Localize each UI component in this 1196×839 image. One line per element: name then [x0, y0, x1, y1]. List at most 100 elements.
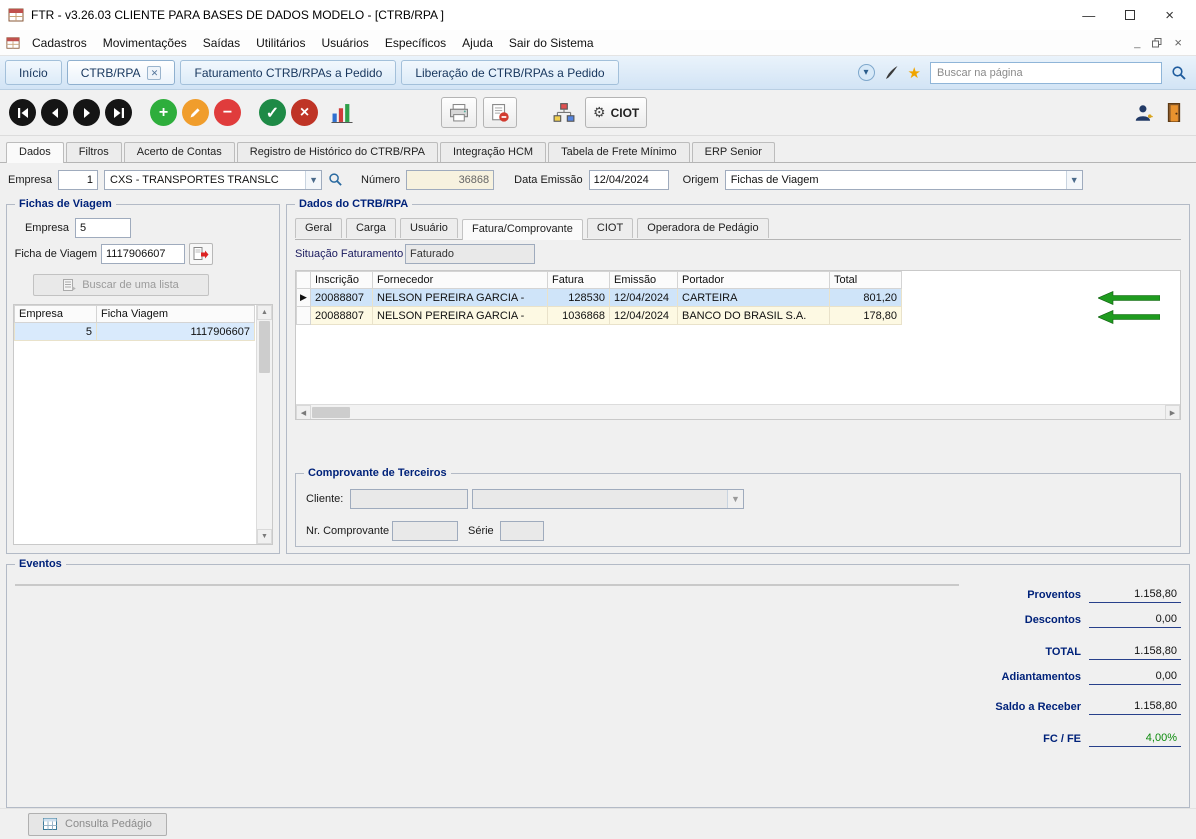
tab-registro-historico[interactable]: Registro de Histórico do CTRB/RPA: [237, 142, 438, 162]
cell[interactable]: 801,20: [830, 289, 902, 307]
column-header[interactable]: Data Pagto: [441, 586, 527, 587]
cell[interactable]: CARTEIRA: [678, 289, 830, 307]
menu-item-ajuda[interactable]: Ajuda: [454, 32, 501, 54]
menu-item-cadastros[interactable]: Cadastros: [24, 32, 95, 54]
column-header[interactable]: Inscrição: [311, 272, 373, 289]
column-header[interactable]: Tipo: [279, 586, 369, 587]
tab-inicio[interactable]: Início: [5, 60, 62, 85]
minimize-button[interactable]: —: [1082, 8, 1095, 23]
cell[interactable]: 128530: [548, 289, 610, 307]
tab-liberacao[interactable]: Liberação de CTRB/RPAs a Pedido: [401, 60, 618, 85]
hierarchy-icon[interactable]: [553, 103, 575, 123]
first-record-button[interactable]: [9, 99, 36, 126]
menu-item-saidas[interactable]: Saídas: [195, 32, 248, 54]
tab-list-icon[interactable]: ▾: [858, 64, 875, 81]
tab-carga[interactable]: Carga: [346, 218, 396, 238]
empresa-search-icon[interactable]: [328, 172, 343, 187]
maximize-button[interactable]: [1125, 10, 1135, 20]
column-header[interactable]: Data Receb.: [527, 586, 613, 587]
report-cancel-icon[interactable]: [483, 97, 517, 128]
column-header[interactable]: Emissão: [610, 272, 678, 289]
tab-ciot[interactable]: CIOT: [587, 218, 633, 238]
fichas-empresa-field[interactable]: [75, 218, 131, 238]
delete-record-button[interactable]: −: [214, 99, 241, 126]
favorites-star-icon[interactable]: ★: [908, 64, 921, 82]
buscar-de-uma-lista-button[interactable]: Buscar de uma lista: [33, 274, 209, 296]
tab-faturamento[interactable]: Faturamento CTRB/RPAs a Pedido: [180, 60, 396, 85]
cell[interactable]: 12/04/2024: [610, 289, 678, 307]
tab-ctrb-rpa[interactable]: CTRB/RPA ✕: [67, 60, 176, 85]
exit-door-icon[interactable]: [1167, 103, 1181, 122]
cancel-button[interactable]: ×: [291, 99, 318, 126]
column-header[interactable]: Ficha Viagem: [97, 306, 255, 323]
menu-item-sair[interactable]: Sair do Sistema: [501, 32, 602, 54]
tab-integracao-hcm[interactable]: Integração HCM: [440, 142, 546, 162]
column-header[interactable]: Total: [830, 272, 902, 289]
consulta-pedagio-button[interactable]: Consulta Pedágio: [28, 813, 167, 836]
column-header[interactable]: Fornecedor: [373, 272, 548, 289]
tab-geral[interactable]: Geral: [295, 218, 342, 238]
scroll-left-icon[interactable]: ◀: [296, 405, 311, 420]
empresa-code-field[interactable]: [58, 170, 98, 190]
scroll-right-icon[interactable]: ▶: [928, 584, 943, 586]
add-record-button[interactable]: +: [150, 99, 177, 126]
column-header[interactable]: Evento: [31, 586, 99, 587]
cell[interactable]: NELSON PEREIRA GARCIA -: [373, 289, 548, 307]
tab-operadora-pedagio[interactable]: Operadora de Pedágio: [637, 218, 768, 238]
scrollbar-thumb[interactable]: [259, 321, 270, 373]
tab-erp-senior[interactable]: ERP Senior: [692, 142, 775, 162]
cell[interactable]: 178,80: [830, 307, 902, 325]
mdi-minimize-button[interactable]: _: [1134, 37, 1140, 49]
tab-filtros[interactable]: Filtros: [66, 142, 122, 162]
tab-acerto-de-contas[interactable]: Acerto de Contas: [124, 142, 235, 162]
mdi-close-button[interactable]: ×: [1174, 35, 1182, 50]
ficha-de-viagem-field[interactable]: [101, 244, 185, 264]
column-header[interactable]: Portador: [678, 272, 830, 289]
print-button[interactable]: [441, 97, 477, 128]
mdi-restore-button[interactable]: [1152, 38, 1162, 48]
tab-usuario[interactable]: Usuário: [400, 218, 458, 238]
tab-dados[interactable]: Dados: [6, 142, 64, 163]
scroll-right-icon[interactable]: ▶: [1165, 405, 1180, 420]
scroll-down-icon[interactable]: ▼: [943, 584, 958, 585]
fatura-horizontal-scrollbar[interactable]: ◀ ▶: [296, 404, 1180, 419]
fichas-vertical-scrollbar[interactable]: ▲ ▼: [256, 305, 272, 544]
table-row[interactable]: ▶20088807NELSON PEREIRA GARCIA -12853012…: [297, 289, 902, 307]
table-row[interactable]: 20088807NELSON PEREIRA GARCIA -103686812…: [297, 307, 902, 325]
cell[interactable]: 20088807: [311, 307, 373, 325]
data-emissao-field[interactable]: [589, 170, 669, 190]
menu-item-utilitarios[interactable]: Utilitários: [248, 32, 313, 54]
scroll-down-icon[interactable]: ▼: [257, 529, 272, 544]
column-header[interactable]: Fatura: [548, 272, 610, 289]
column-header[interactable]: Descrição: [99, 586, 279, 587]
confirm-button[interactable]: ✓: [259, 99, 286, 126]
empresa-combo[interactable]: CXS - TRANSPORTES TRANSLC ▼: [104, 170, 322, 190]
column-header[interactable]: Empresa: [15, 306, 97, 323]
cell[interactable]: NELSON PEREIRA GARCIA -: [373, 307, 548, 325]
next-record-button[interactable]: [73, 99, 100, 126]
scroll-up-icon[interactable]: ▲: [257, 305, 272, 320]
origem-combo[interactable]: Fichas de Viagem ▼: [725, 170, 1083, 190]
column-header[interactable]: Valor: [369, 586, 441, 587]
tab-tabela-frete-minimo[interactable]: Tabela de Frete Mínimo: [548, 142, 690, 162]
tab-fatura-comprovante[interactable]: Fatura/Comprovante: [462, 219, 583, 240]
previous-record-button[interactable]: [41, 99, 68, 126]
cell[interactable]: 1036868: [548, 307, 610, 325]
menu-item-especificos[interactable]: Específicos: [377, 32, 454, 54]
close-button[interactable]: ×: [1165, 7, 1174, 24]
chart-icon[interactable]: [331, 103, 353, 123]
user-permissions-icon[interactable]: [1134, 104, 1153, 122]
ciot-button[interactable]: ⚙ CIOT: [585, 97, 647, 128]
cell[interactable]: 20088807: [311, 289, 373, 307]
tab-close-icon[interactable]: ✕: [147, 66, 161, 80]
edit-record-button[interactable]: [182, 99, 209, 126]
column-header[interactable]: Usuário: [767, 586, 845, 587]
last-record-button[interactable]: [105, 99, 132, 126]
scroll-up-icon[interactable]: ▲: [943, 585, 958, 586]
column-header[interactable]: Inclusão: [613, 586, 703, 587]
cell[interactable]: 1117906607: [97, 323, 255, 341]
quill-icon[interactable]: [884, 65, 899, 80]
cell[interactable]: 5: [15, 323, 97, 341]
cell[interactable]: 12/04/2024: [610, 307, 678, 325]
menu-item-movimentacoes[interactable]: Movimentações: [95, 32, 195, 54]
